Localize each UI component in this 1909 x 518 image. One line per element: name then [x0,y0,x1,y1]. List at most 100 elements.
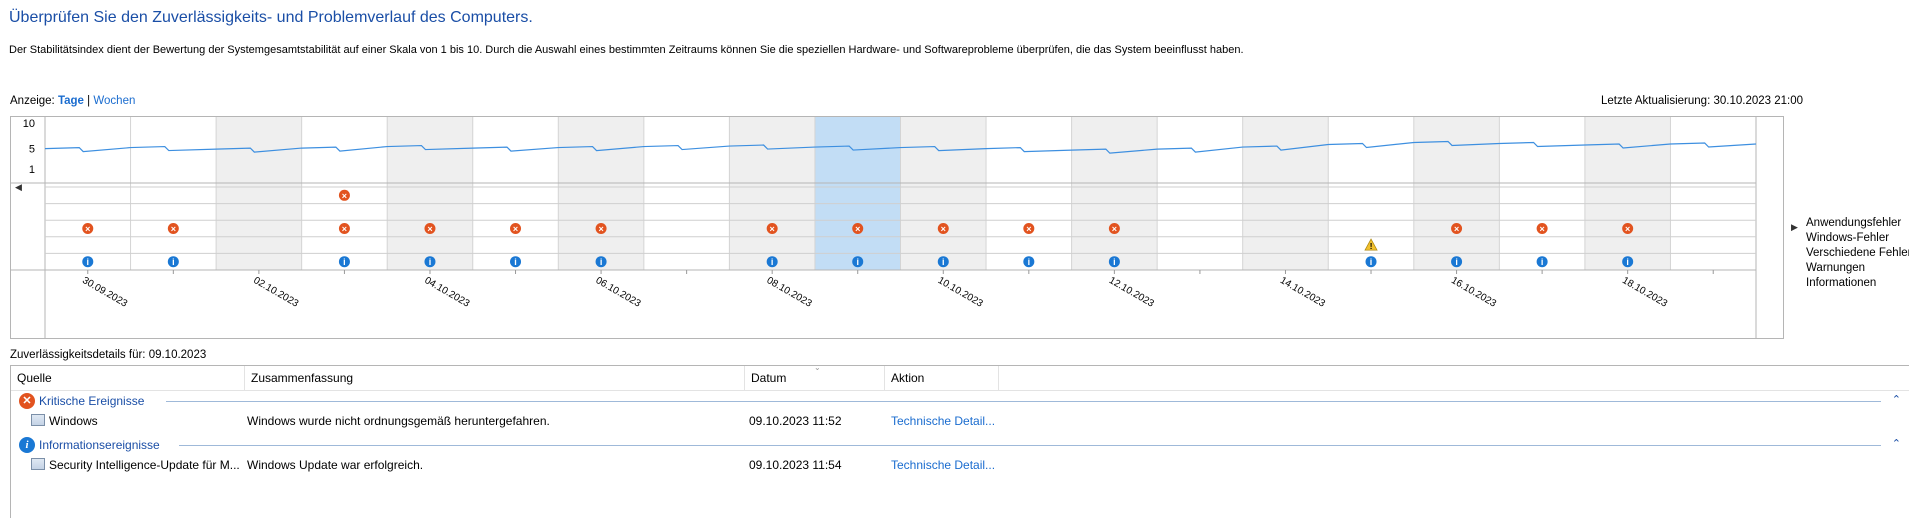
error-glyph: × [85,224,90,234]
error-glyph: × [513,224,518,234]
info-icon: i [19,437,35,453]
group-divider [179,445,1881,446]
cell-date: 09.10.2023 11:54 [749,458,842,472]
x-date-label: 08.10.2023 [765,275,814,310]
info-glyph: i [1028,257,1031,267]
group-information-title: Informationsereignisse [39,438,160,452]
view-separator: | [87,95,91,107]
legend-misc-errors: Verschiedene Fehler [1806,247,1909,259]
chart-column[interactable] [1413,117,1500,270]
collapse-caret-icon[interactable]: ⌃ [1892,437,1901,450]
info-glyph: i [1455,257,1458,267]
chart-column[interactable] [130,117,217,270]
legend-warnings: Warnungen [1806,262,1866,274]
cell-source: Security Intelligence-Update für M... [49,458,240,472]
legend-windows-errors: Windows-Fehler [1806,232,1890,244]
x-date-label: 18.10.2023 [1620,275,1669,310]
group-critical-events[interactable]: ✕ Kritische Ereignisse ⌃ [11,391,1909,411]
error-glyph: × [1625,224,1630,234]
info-glyph: i [1541,257,1544,267]
error-glyph: × [855,224,860,234]
chart-column[interactable] [558,117,644,270]
x-date-label: 14.10.2023 [1278,275,1327,310]
warning-mark: ! [1370,242,1373,251]
error-glyph: × [342,224,347,234]
info-glyph: i [514,257,517,267]
chart-column[interactable] [1584,117,1671,270]
page-description: Der Stabilitätsindex dient der Bewertung… [9,44,1244,56]
cell-summary: Windows Update war erfolgreich. [247,458,424,472]
column-source[interactable]: Quelle [11,366,245,390]
technical-details-link[interactable]: Technische Detail... [891,458,995,472]
info-glyph: i [600,257,603,267]
chart-column[interactable] [986,117,1072,270]
info-glyph: i [343,257,346,267]
y-tick-label: 1 [29,164,35,176]
chart-column[interactable] [643,117,730,270]
info-glyph: i [87,257,90,267]
error-glyph: × [171,224,176,234]
chart-column[interactable] [1670,117,1756,270]
error-glyph: × [598,224,603,234]
details-table: Quelle Zusammenfassung Datum Aktion ⌄ ✕ … [10,363,1909,518]
collapse-caret-icon[interactable]: ⌃ [1892,393,1901,406]
chart-column[interactable] [814,117,901,270]
group-divider [166,401,1881,402]
reliability-chart[interactable]: 10 5 1 × × × × × × × × × × × × × × ×! i i i i i i i i i i i i i i i 30.09… [10,116,1784,339]
info-glyph: i [1113,257,1116,267]
chart-column[interactable] [1157,117,1243,270]
x-date-label: 02.10.2023 [251,275,300,310]
chart-column[interactable] [387,117,473,270]
chart-column[interactable] [1499,117,1585,270]
error-glyph: × [342,191,347,201]
scroll-left-icon[interactable]: ◀ [15,182,22,193]
y-tick-label: 10 [23,118,35,130]
y-tick-label: 5 [29,144,35,156]
scroll-right-icon[interactable]: ▶ [1791,222,1798,233]
error-glyph: × [1454,224,1459,234]
column-summary[interactable]: Zusammenfassung [245,366,745,390]
error-glyph: × [770,224,775,234]
view-days-link[interactable]: Tage [58,95,84,107]
chart-column[interactable] [216,117,302,270]
window-app-icon [31,414,45,426]
info-glyph: i [856,257,859,267]
chart-column[interactable] [900,117,987,270]
view-switcher: Anzeige: Tage | Wochen [10,95,135,107]
info-glyph: i [429,257,432,267]
x-date-label: 06.10.2023 [594,275,643,310]
legend-information: Informationen [1806,277,1877,289]
table-row[interactable]: Windows Windows wurde nicht ordnungsgemä… [11,411,1909,431]
chart-column[interactable] [1242,117,1329,270]
view-weeks-link[interactable]: Wochen [93,95,135,107]
info-glyph: i [942,257,945,267]
legend-application-errors: Anwendungsfehler [1806,217,1902,229]
cell-summary: Windows wurde nicht ordnungsgemäß herunt… [247,414,550,428]
chart-column[interactable] [45,117,131,270]
page-title: Überprüfen Sie den Zuverlässigkeits- und… [9,9,533,26]
x-date-label: 16.10.2023 [1449,275,1498,310]
error-glyph: × [941,224,946,234]
x-date-label: 10.10.2023 [936,275,985,310]
column-action[interactable]: Aktion [885,366,999,390]
x-date-label: 12.10.2023 [1107,275,1156,310]
chart-column[interactable] [729,117,815,270]
last-update: Letzte Aktualisierung: 30.10.2023 21:00 [1600,95,1803,107]
sort-indicator-icon: ⌄ [814,363,821,372]
chart-column[interactable] [1071,117,1158,270]
info-glyph: i [172,257,175,267]
x-date-label: 30.09.2023 [80,275,129,310]
x-date-label: 04.10.2023 [422,275,471,310]
technical-details-link[interactable]: Technische Detail... [891,414,995,428]
details-label: Zuverlässigkeitsdetails für: 09.10.2023 [10,349,207,361]
group-information-events[interactable]: i Informationsereignisse ⌃ [11,435,1909,455]
error-glyph: × [1112,224,1117,234]
error-icon: ✕ [19,393,35,409]
view-label: Anzeige: [10,95,55,107]
error-glyph: × [427,224,432,234]
window-app-icon [31,458,45,470]
chart-canvas[interactable]: 10 5 1 × × × × × × × × × × × × × × ×! i i i i i i i i i i i i i i i 30.09… [11,117,1783,338]
info-glyph: i [771,257,774,267]
chart-column[interactable] [472,117,559,270]
table-row[interactable]: Security Intelligence-Update für M... Wi… [11,455,1909,475]
